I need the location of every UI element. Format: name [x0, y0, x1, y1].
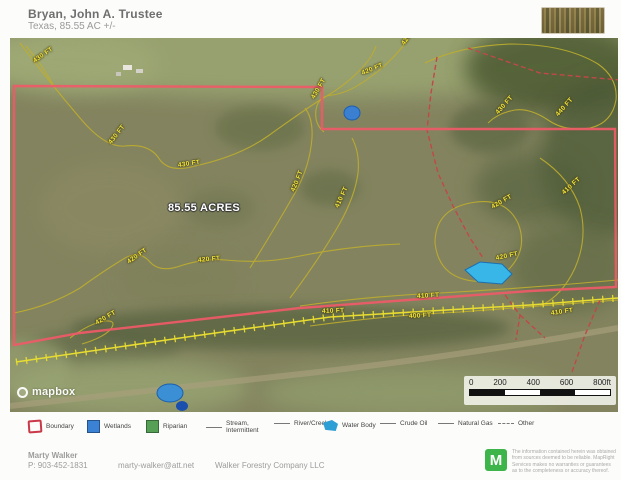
- legend-item-stream-intermittent: Stream, Intermittent: [206, 420, 266, 435]
- disclaimer-text: The information contained herein was obt…: [512, 449, 616, 474]
- legend-label: Natural Gas: [458, 420, 493, 427]
- legend-label: Crude Oil: [400, 420, 427, 427]
- aerial-map: 430 FT430 FT430 FT420 FT420 FT430 FT410 …: [10, 38, 618, 413]
- legend-item-boundary: Boundary: [28, 420, 74, 433]
- scanned-property-map-page: Bryan, John A. Trustee Texas, 85.55 AC +…: [0, 0, 621, 480]
- stream-intermittent-icon: [206, 427, 222, 428]
- legend-item-natural-gas: Natural Gas: [438, 420, 493, 427]
- boundary-icon: [28, 420, 43, 434]
- pond-bottom-small: [176, 401, 188, 411]
- water-body-icon: [323, 420, 338, 431]
- legend: Boundary Wetlands Riparian Stream, Intermit…: [10, 412, 618, 448]
- legend-item-water-body: Water Body: [323, 420, 376, 431]
- natural-gas-icon: [438, 423, 454, 424]
- page-title: Bryan, John A. Trustee: [28, 7, 163, 21]
- scale-tick-label: 800ft: [593, 378, 611, 387]
- pond-top: [344, 106, 360, 120]
- scale-segments: [469, 389, 611, 396]
- scale-tick-label: 400: [527, 378, 540, 387]
- acreage-label: 85.55 ACRES: [168, 202, 240, 214]
- scale-tick-label: 600: [560, 378, 573, 387]
- mapbox-attribution[interactable]: mapbox: [17, 386, 75, 398]
- contact-name: Marty Walker: [28, 451, 78, 460]
- scale-tick-label: 200: [493, 378, 506, 387]
- legend-label: Stream, Intermittent: [226, 420, 266, 435]
- contour-elevation-label: 400 FT: [409, 312, 432, 320]
- scale-labels: 0 200 400 600 800ft: [469, 378, 611, 387]
- river-creek-icon: [274, 423, 290, 424]
- legend-item-river-creek: River/Creek: [274, 420, 328, 427]
- company-name: Walker Forestry Company LLC: [215, 461, 325, 470]
- legend-label: Water Body: [342, 422, 376, 429]
- wetlands-icon: [87, 420, 100, 433]
- riparian-icon: [146, 420, 159, 433]
- legend-item-other: Other: [498, 420, 534, 427]
- legend-item-wetlands: Wetlands: [87, 420, 131, 433]
- contact-phone: P: 903-452-1831: [28, 461, 88, 470]
- legend-label: Riparian: [163, 423, 187, 430]
- other-line-icon: [498, 423, 514, 424]
- forestry-photo-logo: [541, 7, 605, 34]
- contour-elevation-label: 410 FT: [417, 292, 440, 300]
- legend-item-crude-oil: Crude Oil: [380, 420, 427, 427]
- scale-tick-label: 0: [469, 378, 473, 387]
- mapbox-icon: [17, 387, 28, 398]
- mapbox-wordmark: mapbox: [32, 386, 75, 398]
- map-scale-bar: 0 200 400 600 800ft: [464, 376, 616, 405]
- crude-oil-icon: [380, 423, 396, 424]
- legend-label: Boundary: [46, 423, 74, 430]
- contour-elevation-label: 410 FT: [322, 307, 345, 315]
- legend-item-riparian: Riparian: [146, 420, 187, 433]
- pond-bottom: [157, 384, 183, 402]
- legend-label: Wetlands: [104, 423, 131, 430]
- mapright-logo: M: [485, 449, 507, 471]
- legend-label: Other: [518, 420, 534, 427]
- contact-email: marty-walker@att.net: [118, 461, 194, 470]
- page-subtitle: Texas, 85.55 AC +/-: [28, 21, 116, 32]
